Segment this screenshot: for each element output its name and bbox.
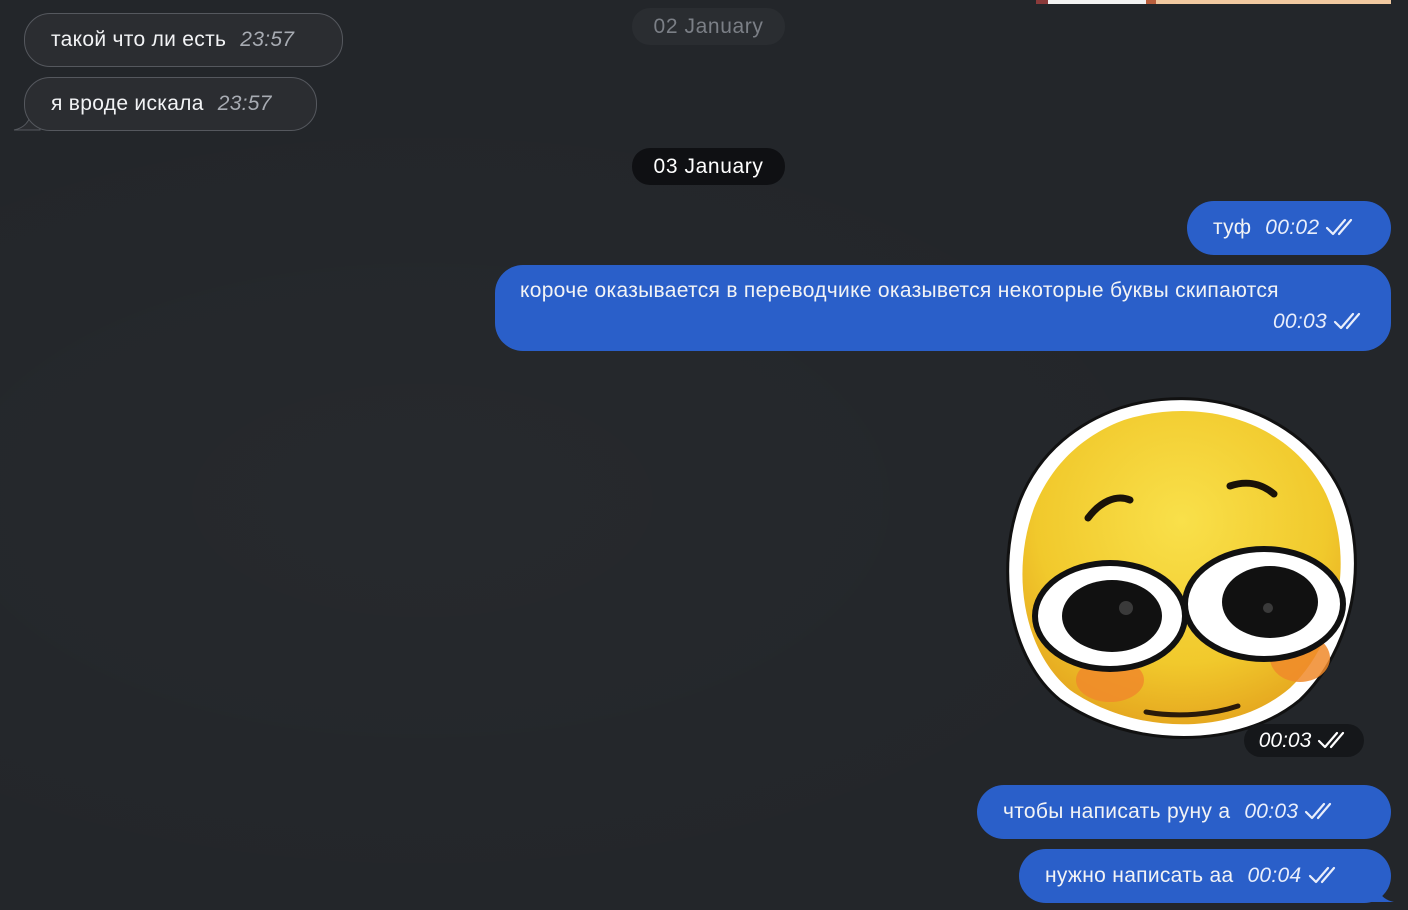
chat-area[interactable]: такой что ли есть 23:57 02 January я врод… (0, 0, 1408, 910)
message-bubble-outgoing[interactable]: чтобы написать руну а 00:03 (977, 785, 1391, 839)
message-meta: 00:03 (520, 305, 1365, 339)
message-time: 00:03 (1272, 310, 1327, 333)
double-check-icon (1333, 312, 1361, 330)
message-bubble-outgoing[interactable]: короче оказывается в переводчике оказыве… (495, 265, 1391, 351)
message-time: 00:03 (1258, 729, 1312, 752)
date-separator: 03 January (632, 148, 785, 185)
message-bubble-incoming[interactable]: я вроде искала 23:57 (24, 77, 317, 131)
double-check-icon (1318, 731, 1345, 749)
message-time: 23:57 (240, 28, 295, 51)
message-time: 00:02 (1265, 216, 1320, 239)
message-bubble-incoming[interactable]: такой что ли есть 23:57 (24, 13, 343, 67)
sticker-time-badge: 00:03 (1244, 724, 1364, 757)
double-check-icon (1326, 218, 1353, 236)
message-time: 00:04 (1247, 864, 1302, 887)
shy-smiley-sticker[interactable] (1000, 390, 1362, 746)
message-time: 00:03 (1244, 800, 1299, 823)
date-separator: 02 January (632, 8, 785, 45)
message-text: такой что ли есть (51, 28, 227, 51)
message-bubble-outgoing[interactable]: нужно написать аа 00:04 (1019, 849, 1391, 903)
message-text: чтобы написать руну а (1003, 800, 1231, 823)
message-text: я вроде искала (51, 92, 204, 115)
message-time: 23:57 (217, 92, 272, 115)
double-check-icon (1308, 866, 1335, 884)
double-check-icon (1305, 802, 1332, 820)
message-bubble-outgoing[interactable]: туф 00:02 (1187, 201, 1391, 255)
message-text: туф (1213, 216, 1252, 239)
previous-media-edge (1036, 0, 1391, 4)
message-text: нужно написать аа (1045, 864, 1234, 887)
date-label: 02 January (653, 15, 764, 38)
message-text: короче оказывается в переводчике оказыве… (520, 279, 1279, 302)
date-label: 03 January (653, 155, 764, 178)
